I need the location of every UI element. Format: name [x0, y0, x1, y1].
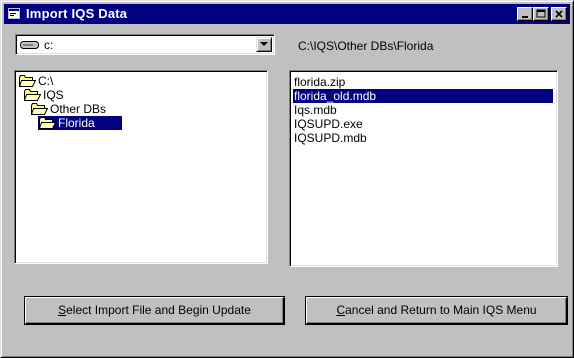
close-icon — [555, 10, 563, 18]
directory-list[interactable]: C:\ IQS Other DBs Florida — [14, 70, 268, 264]
file-item-selected[interactable]: florida_old.mdb — [293, 89, 553, 103]
button-label-rest: elect Import File and Begin Update — [66, 303, 251, 317]
open-folder-icon — [24, 89, 41, 101]
title-bar[interactable]: Import IQS Data — [4, 4, 570, 24]
button-label-rest: ancel and Return to Main IQS Menu — [345, 303, 537, 317]
directory-item-florida[interactable]: Florida — [38, 116, 122, 130]
minimize-icon — [522, 16, 528, 18]
file-item[interactable]: florida.zip — [294, 75, 552, 89]
file-item-label: florida.zip — [294, 75, 346, 89]
select-import-file-button[interactable]: Select Import File and Begin Update — [25, 297, 284, 324]
mnemonic-s: S — [58, 303, 67, 317]
file-item-label: IQSUPD.exe — [294, 117, 363, 131]
drive-select-value: c: — [44, 38, 54, 52]
file-item[interactable]: IQSUPD.mdb — [294, 131, 552, 145]
app-window-icon — [8, 8, 20, 19]
close-button[interactable] — [551, 7, 567, 21]
drive-icon — [20, 41, 39, 49]
open-folder-icon — [39, 117, 56, 129]
directory-item-label: Other DBs — [50, 102, 107, 116]
open-folder-icon — [19, 75, 36, 87]
current-path-label: C:\IQS\Other DBs\Florida — [298, 39, 434, 53]
cancel-return-button[interactable]: Cancel and Return to Main IQS Menu — [306, 297, 567, 324]
directory-item-label: IQS — [43, 88, 64, 102]
minimize-button[interactable] — [517, 7, 533, 21]
drive-dropdown-button[interactable] — [256, 37, 272, 52]
maximize-button[interactable] — [533, 7, 549, 21]
file-item-label: florida_old.mdb — [294, 89, 377, 103]
maximize-icon — [536, 9, 546, 18]
mnemonic-c: C — [336, 303, 346, 317]
file-item[interactable]: IQSUPD.exe — [294, 117, 552, 131]
file-list[interactable]: florida.zip florida_old.mdb Iqs.mdb IQSU… — [289, 70, 558, 267]
file-item-label: IQSUPD.mdb — [294, 131, 367, 145]
drive-select[interactable]: c: — [15, 34, 275, 55]
open-folder-icon — [31, 103, 48, 115]
directory-item-label: Florida — [58, 116, 95, 130]
window-title: Import IQS Data — [26, 6, 128, 21]
import-iqs-data-window: Import IQS Data c: C:\IQS\Other DBs\Flor… — [0, 0, 574, 358]
chevron-down-icon — [260, 42, 268, 46]
file-item[interactable]: Iqs.mdb — [294, 103, 552, 117]
file-item-label: Iqs.mdb — [294, 103, 337, 117]
directory-item-label: C:\ — [38, 74, 54, 88]
